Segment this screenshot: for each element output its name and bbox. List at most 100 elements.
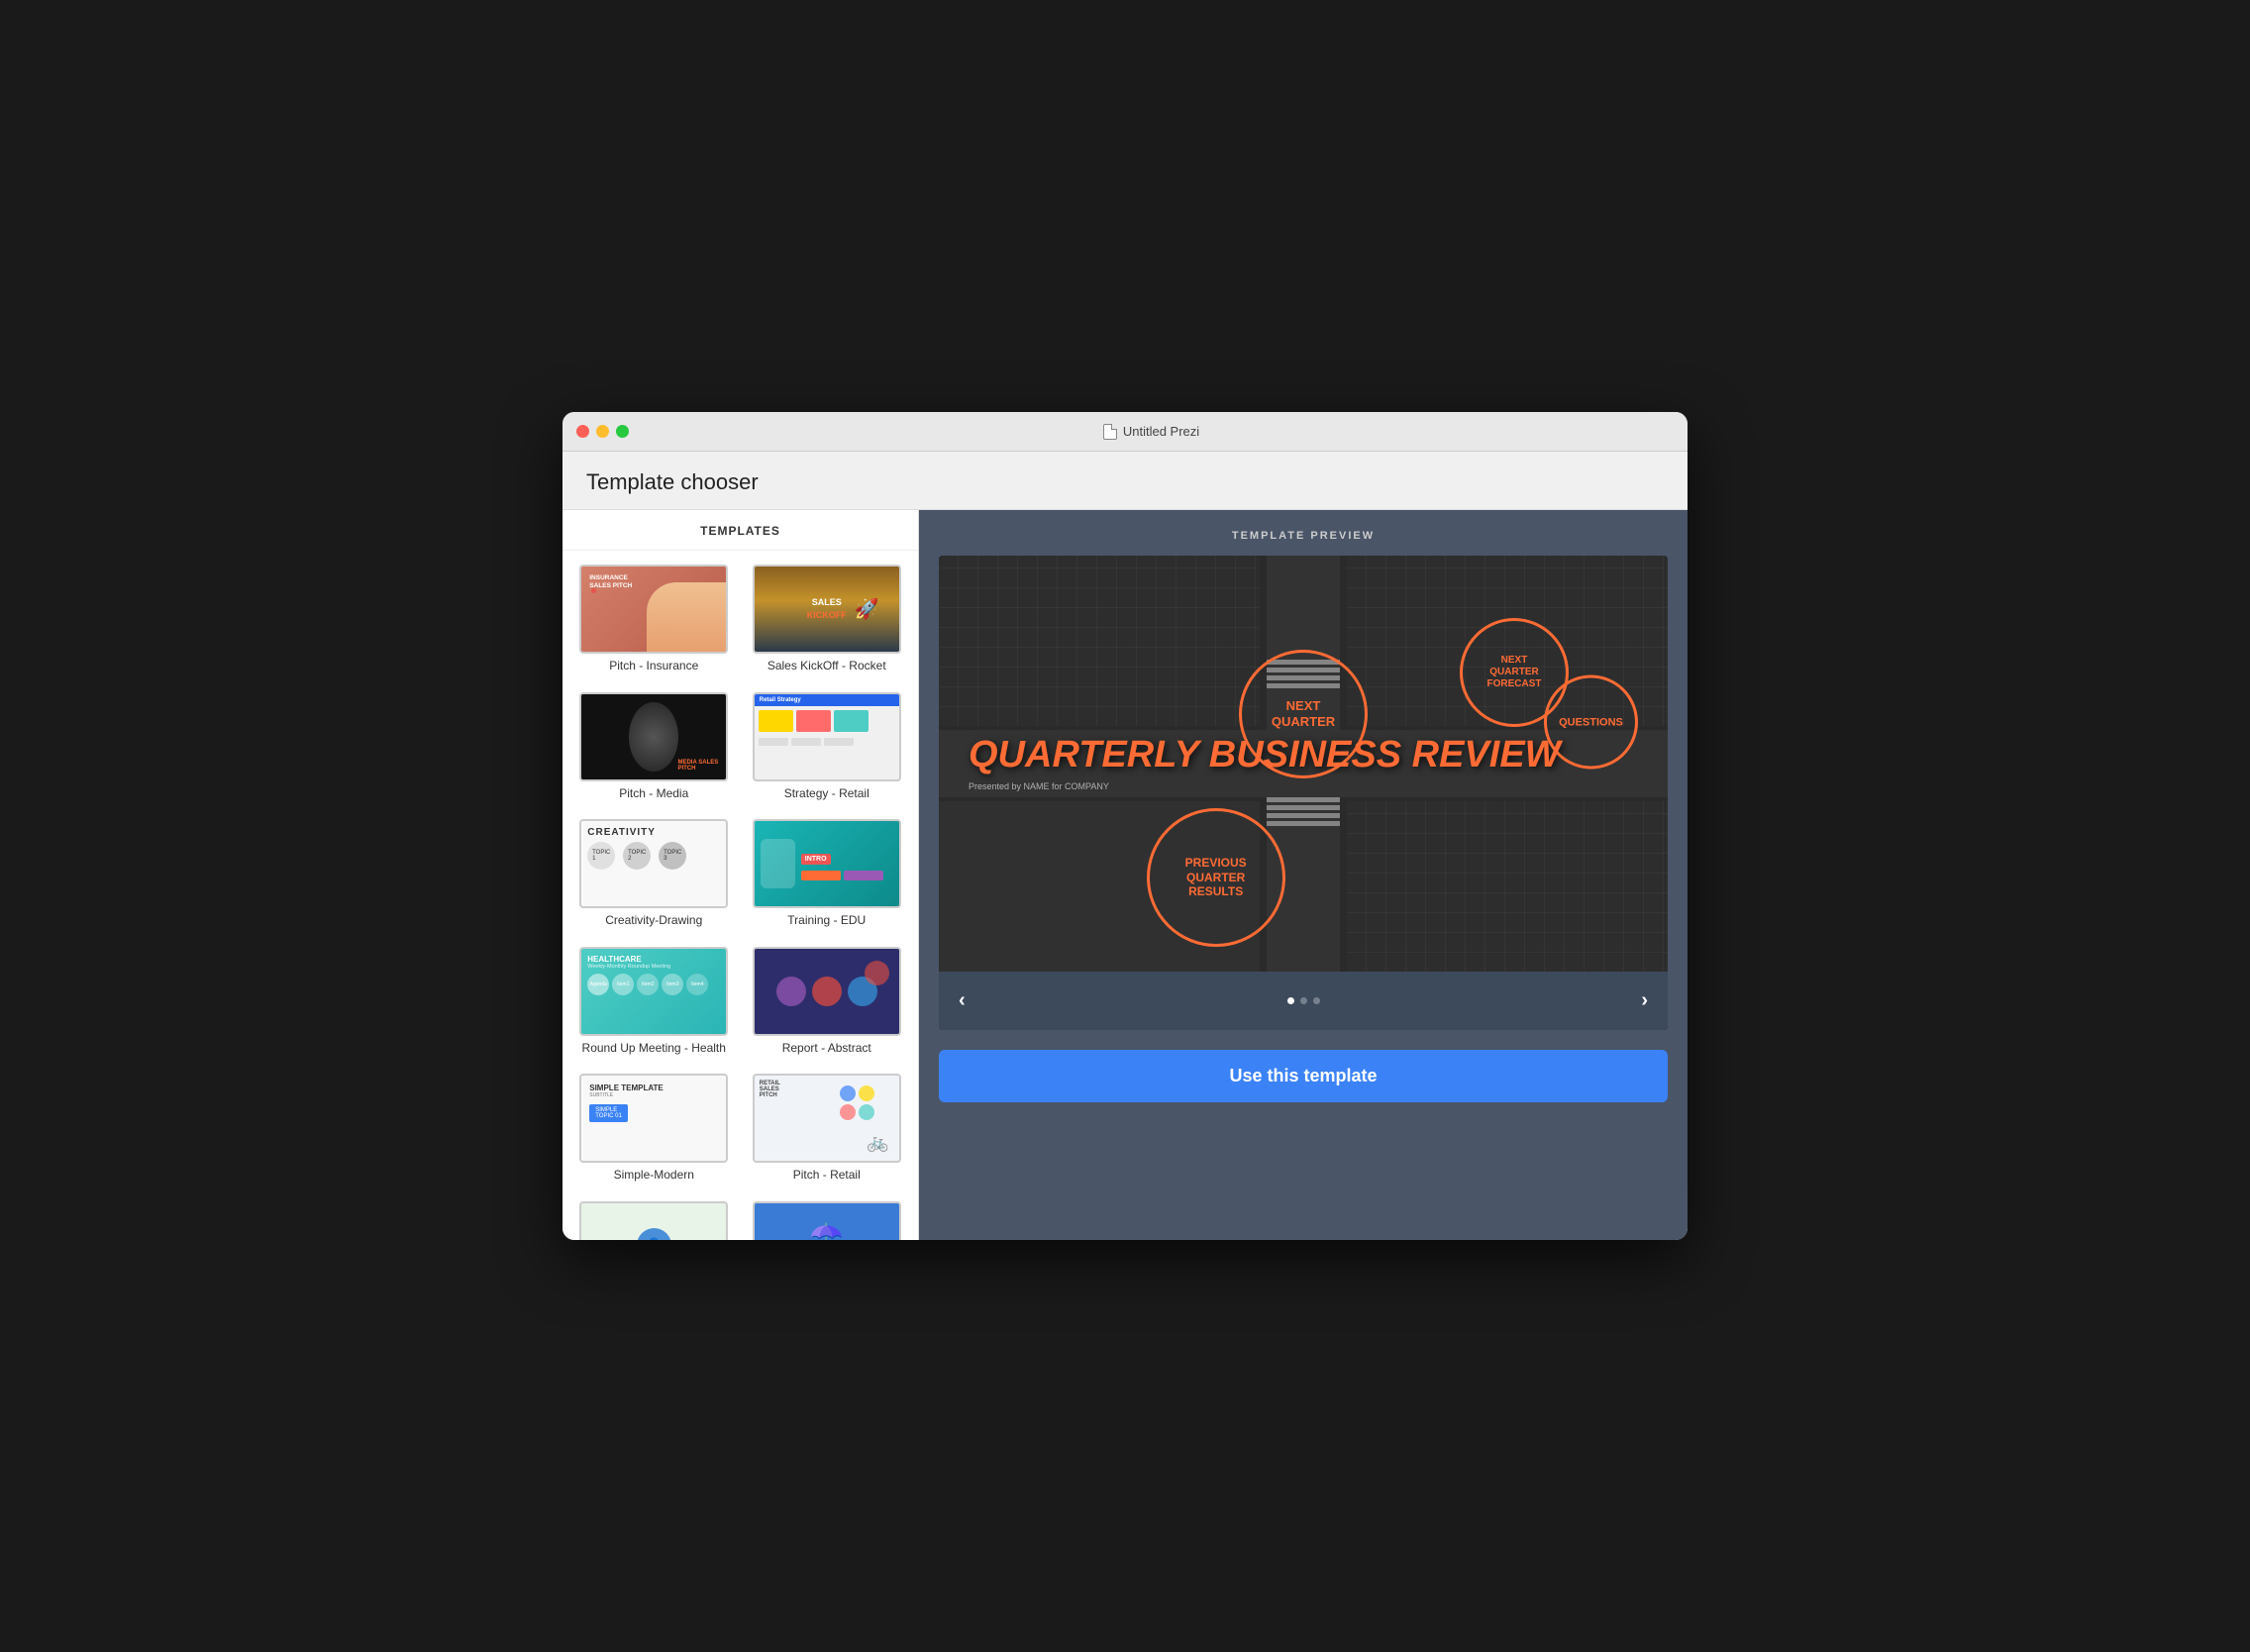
traffic-lights	[576, 425, 629, 438]
circle-previous-quarter-results: PREVIOUSQUARTERRESULTS	[1147, 808, 1285, 947]
template-thumb-creativity-drawing: CREATIVITY TOPIC1 TOPIC2 TOPIC3	[579, 819, 728, 908]
template-label-pitch-insurance: Pitch - Insurance	[609, 659, 698, 674]
main-window: Untitled Prezi Template chooser TEMPLATE…	[562, 412, 1688, 1240]
strategy-box-3	[834, 710, 869, 732]
retail-strategy-header: Retail Strategy	[755, 694, 899, 706]
abstract-circle-2	[812, 977, 842, 1006]
topic-center-circle: 👤	[637, 1228, 671, 1240]
block-bottom-right	[1347, 801, 1668, 972]
template-grid: INSURANCESALES PITCH Pitch - Insurance	[562, 551, 918, 1240]
template-thumb-healthcare: HEALTHCARE Weekly-Monthly Roundup Meetin…	[579, 947, 728, 1036]
template-thumb-training-edu: INTRO	[753, 819, 901, 908]
template-label-report-abstract: Report - Abstract	[782, 1041, 871, 1057]
qbr-subtitle: Presented by NAME for COMPANY	[969, 781, 1561, 791]
preview-header: TEMPLATE PREVIEW	[939, 530, 1668, 542]
preview-navigation: ‹ ›	[939, 972, 1668, 1030]
healthcare-title: HEALTHCARE	[587, 955, 720, 964]
hc-item-4: Item4	[686, 974, 708, 995]
template-label-creativity-drawing: Creativity-Drawing	[605, 913, 702, 929]
healthcare-subtitle: Weekly-Monthly Roundup Meeting	[587, 964, 720, 970]
nav-dot-2	[1300, 997, 1307, 1004]
templates-panel: TEMPLATES INSURANCESALES PITCH Pitc	[562, 510, 919, 1240]
template-label-simple-modern: Simple-Modern	[614, 1168, 694, 1184]
strategy-box-2	[796, 710, 831, 732]
template-item-around-topic[interactable]: 👤 Around a Topic	[572, 1197, 736, 1240]
circle-next-quarter: NEXTQUARTER	[1239, 650, 1368, 778]
block-top-left	[939, 556, 1260, 726]
prev-button[interactable]: ‹	[939, 981, 985, 1020]
template-thumb-pitch-retail: RETAILSALESPITCH 🚲	[753, 1074, 901, 1163]
person-icon	[761, 839, 795, 888]
main-content: TEMPLATES INSURANCESALES PITCH Pitc	[562, 509, 1688, 1240]
document-icon	[1103, 424, 1117, 440]
pr-circle-1	[840, 1085, 856, 1101]
rocket-icon: 🚀	[855, 597, 879, 622]
insurance-dot	[591, 588, 596, 593]
training-button-1	[801, 871, 841, 880]
template-label-pitch-retail: Pitch - Retail	[793, 1168, 861, 1184]
training-button-2	[844, 871, 883, 880]
bicycle-icon: 🚲	[867, 1132, 888, 1153]
template-label-healthcare: Round Up Meeting - Health	[582, 1041, 726, 1057]
microphone-icon	[629, 702, 678, 772]
template-item-sales-kickoff[interactable]: SALESKICKOFF 🚀 Sales KickOff - Rocket	[746, 561, 909, 678]
template-thumb-around-topic: 👤	[579, 1201, 728, 1240]
insurance-hand	[647, 582, 726, 652]
preview-panel: TEMPLATE PREVIEW	[919, 510, 1688, 1240]
template-label-training-edu: Training - EDU	[787, 913, 866, 929]
simple-topic-box: SIMPLETOPIC 01	[589, 1104, 628, 1122]
next-button[interactable]: ›	[1621, 981, 1668, 1020]
minimize-button[interactable]	[596, 425, 609, 438]
window-title-text: Untitled Prezi	[1123, 424, 1199, 439]
abstract-circle-1	[776, 977, 806, 1006]
hc-item-agenda: Agenda	[587, 974, 609, 995]
template-item-healthcare[interactable]: HEALTHCARE Weekly-Monthly Roundup Meetin…	[572, 943, 736, 1061]
template-item-exec-brief[interactable]: ☂️ INSURANCEEXECUTIVE BRIEF Executive Br…	[746, 1197, 909, 1240]
umbrella-icon: ☂️	[809, 1221, 844, 1240]
crosswalk-bottom	[1267, 797, 1340, 826]
template-item-pitch-retail[interactable]: RETAILSALESPITCH 🚲 Pitch	[746, 1070, 909, 1187]
simple-template-title: SIMPLE TEMPLATE	[589, 1084, 718, 1092]
maximize-button[interactable]	[616, 425, 629, 438]
creativity-circle-2: TOPIC2	[623, 842, 651, 870]
template-label-sales-kickoff: Sales KickOff - Rocket	[767, 659, 886, 674]
template-thumb-pitch-media: MEDIA SALESPITCH	[579, 692, 728, 781]
template-thumb-simple-modern: SIMPLE TEMPLATE SUBTITLE SIMPLETOPIC 01	[579, 1074, 728, 1163]
nav-dot-3	[1313, 997, 1320, 1004]
template-item-pitch-insurance[interactable]: INSURANCESALES PITCH Pitch - Insurance	[572, 561, 736, 678]
title-bar: Untitled Prezi	[562, 412, 1688, 452]
person-center-icon: 👤	[646, 1237, 663, 1240]
creativity-circle-3: TOPIC3	[659, 842, 686, 870]
template-item-creativity-drawing[interactable]: CREATIVITY TOPIC1 TOPIC2 TOPIC3 Creativi…	[572, 815, 736, 933]
hc-item-1: Item1	[612, 974, 634, 995]
template-label-pitch-media: Pitch - Media	[619, 786, 688, 802]
pr-circle-2	[859, 1085, 874, 1101]
template-item-pitch-media[interactable]: MEDIA SALESPITCH Pitch - Media	[572, 688, 736, 806]
template-item-report-abstract[interactable]: Report - Abstract	[746, 943, 909, 1061]
preview-image: QUARTERLY BUSINESS REVIEW Presented by N…	[939, 556, 1668, 972]
template-thumb-sales-kickoff: SALESKICKOFF 🚀	[753, 565, 901, 654]
page-title: Template chooser	[562, 452, 1688, 509]
template-label-strategy-retail: Strategy - Retail	[784, 786, 869, 802]
template-thumb-pitch-insurance: INSURANCESALES PITCH	[579, 565, 728, 654]
template-item-strategy-retail[interactable]: Retail Strategy	[746, 688, 909, 806]
close-button[interactable]	[576, 425, 589, 438]
preview-container: QUARTERLY BUSINESS REVIEW Presented by N…	[939, 556, 1668, 1030]
template-thumb-exec-brief: ☂️ INSURANCEEXECUTIVE BRIEF	[753, 1201, 901, 1240]
template-item-training-edu[interactable]: INTRO Training - EDU	[746, 815, 909, 933]
nav-dots	[1287, 997, 1320, 1004]
template-item-simple-modern[interactable]: SIMPLE TEMPLATE SUBTITLE SIMPLETOPIC 01 …	[572, 1070, 736, 1187]
media-thumb-text: MEDIA SALESPITCH	[677, 760, 718, 772]
circle-questions: QUESTIONS	[1544, 675, 1638, 770]
template-thumb-report-abstract	[753, 947, 901, 1036]
pr-circle-3	[840, 1104, 856, 1120]
use-template-button[interactable]: Use this template	[939, 1050, 1668, 1102]
pr-circle-4	[859, 1104, 874, 1120]
nav-dot-1	[1287, 997, 1294, 1004]
hc-item-3: Item3	[662, 974, 683, 995]
strategy-box-1	[759, 710, 793, 732]
hc-item-2: Item2	[637, 974, 659, 995]
simple-template-subtitle: SUBTITLE	[589, 1092, 718, 1098]
intro-badge: INTRO	[801, 854, 831, 865]
templates-header: TEMPLATES	[562, 510, 918, 551]
